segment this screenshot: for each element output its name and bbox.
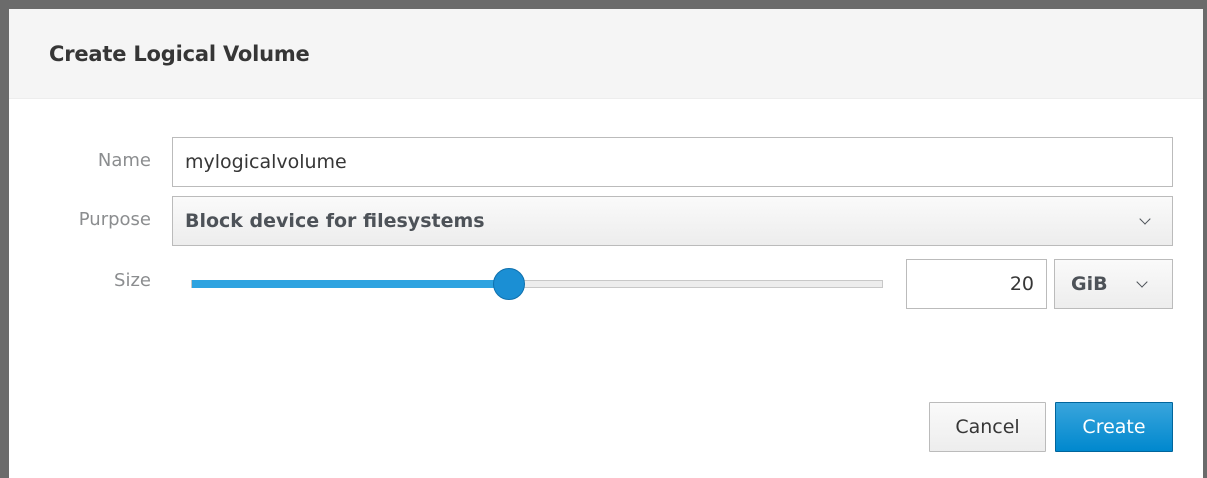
dialog-title: Create Logical Volume [49, 41, 310, 66]
dialog-header: Create Logical Volume [9, 9, 1203, 99]
purpose-selected-value: Block device for filesystems [185, 210, 485, 232]
size-slider-track[interactable] [191, 280, 883, 288]
size-input[interactable]: 20 [906, 259, 1047, 309]
size-unit-value: GiB [1071, 273, 1108, 295]
name-label: Name [97, 150, 151, 171]
purpose-label: Purpose [78, 209, 151, 230]
size-label: Size [114, 270, 151, 291]
create-button[interactable]: Create [1055, 402, 1173, 452]
chevron-down-icon [1139, 213, 1151, 225]
cancel-button[interactable]: Cancel [929, 402, 1046, 452]
size-unit-select[interactable]: GiB [1054, 259, 1173, 309]
create-logical-volume-dialog: Create Logical Volume Name mylogicalvolu… [9, 9, 1203, 478]
size-slider-fill [192, 280, 511, 288]
name-input[interactable]: mylogicalvolume [172, 137, 1173, 187]
purpose-select[interactable]: Block device for filesystems [172, 196, 1173, 246]
size-slider-handle[interactable] [493, 268, 526, 300]
chevron-down-icon [1136, 276, 1148, 288]
